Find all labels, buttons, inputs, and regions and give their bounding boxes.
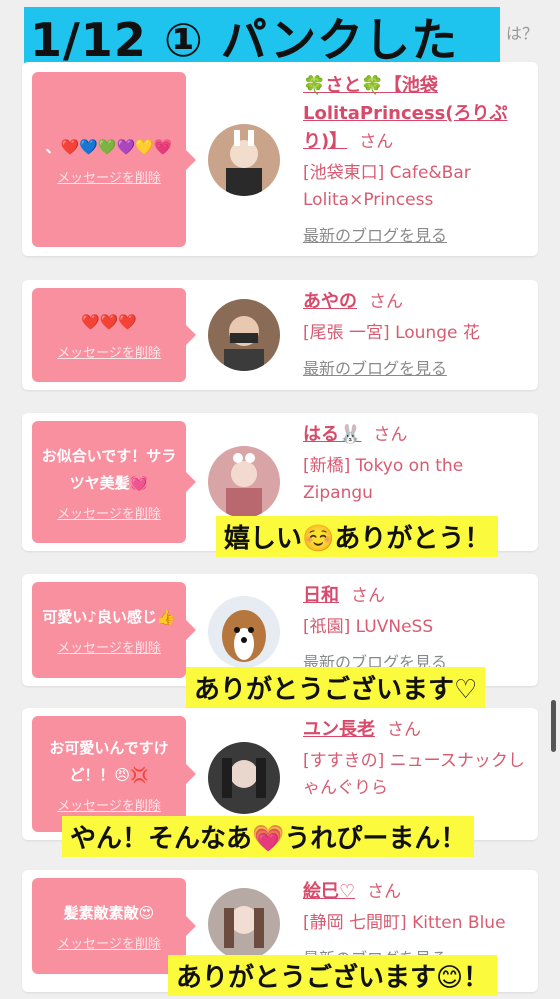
- honorific: さん: [359, 132, 394, 152]
- user-name-link[interactable]: はる🐰: [303, 424, 361, 445]
- message-text: 、❤️💙💚💜💛💗: [45, 137, 173, 156]
- message-text: 可愛い♪良い感じ👍: [42, 608, 176, 626]
- page-title: 1/12 ① パンクした: [30, 13, 459, 67]
- avatar[interactable]: [208, 446, 280, 518]
- honorific: さん: [367, 882, 402, 902]
- user-info: ユン長老 さん [すすきの] ニュースナックしゃんぐりら: [303, 716, 530, 802]
- top-hint-text: は？: [505, 24, 538, 43]
- user-info: 日和 さん [祇園] LUVNeSS 最新のブログを見る: [303, 582, 530, 673]
- reply-caption-4: ありがとうございます😊！: [168, 955, 498, 996]
- latest-blog-link[interactable]: 最新のブログを見る: [303, 222, 530, 246]
- reply-caption-3: やん！そんなあ💗うれぴーまん！: [62, 816, 475, 857]
- scrollbar[interactable]: [551, 700, 556, 752]
- honorific: さん: [387, 720, 421, 740]
- message-bubble: お可愛いんですけど！！😠💢 メッセージを削除: [32, 716, 196, 832]
- avatar[interactable]: [208, 596, 280, 668]
- latest-blog-link[interactable]: 最新のブログを見る: [303, 355, 530, 379]
- reply-caption-2: ありがとうございます♡: [186, 667, 486, 708]
- shop-name: [静岡 七間町] Kitten Blue: [303, 913, 506, 933]
- delete-message-link[interactable]: メッセージを削除: [57, 503, 161, 522]
- delete-message-link[interactable]: メッセージを削除: [57, 795, 161, 814]
- user-info: はる🐰 さん [新橋] Tokyo on the Zipangu: [303, 421, 530, 507]
- message-card: ❤️❤️❤️ メッセージを削除 あやの さん [尾張 一宮] Lounge 花 最…: [22, 280, 538, 390]
- shop-name: [尾張 一宮] Lounge 花: [303, 323, 480, 343]
- user-name-link[interactable]: 日和: [303, 585, 339, 606]
- delete-message-link[interactable]: メッセージを削除: [57, 342, 161, 361]
- user-name-link[interactable]: あやの: [303, 291, 357, 312]
- message-bubble: ❤️❤️❤️ メッセージを削除: [32, 288, 196, 382]
- message-bubble: 、❤️💙💚💜💛💗 メッセージを削除: [32, 72, 196, 247]
- honorific: さん: [373, 425, 408, 445]
- message-bubble: お似合いです！サラツヤ美髪💓 メッセージを削除: [32, 421, 196, 543]
- shop-name: [新橋] Tokyo on the Zipangu: [303, 456, 464, 503]
- honorific: さん: [351, 586, 385, 606]
- avatar[interactable]: [208, 742, 280, 814]
- message-text: ❤️❤️❤️: [80, 313, 138, 331]
- avatar[interactable]: [208, 888, 280, 960]
- shop-name: [池袋東口] Cafe&Bar Lolita×Princess: [303, 163, 471, 210]
- user-info: あやの さん [尾張 一宮] Lounge 花 最新のブログを見る: [303, 288, 530, 379]
- user-name-link[interactable]: ユン長老: [303, 719, 375, 740]
- user-name-link[interactable]: 🍀さと🍀【池袋LolitaPrincess(ろりぷり)】: [303, 75, 508, 152]
- user-info: 🍀さと🍀【池袋LolitaPrincess(ろりぷり)】 さん [池袋東口] Ca…: [303, 72, 530, 246]
- honorific: さん: [369, 292, 403, 312]
- reply-caption-1: 嬉しい☺️ありがとう！: [216, 516, 499, 557]
- avatar[interactable]: [208, 299, 280, 371]
- message-text: 髪素敵素敵😍: [63, 904, 155, 922]
- message-text: お似合いです！サラツヤ美髪💓: [41, 446, 177, 492]
- user-name-link[interactable]: 絵巳♡: [303, 881, 355, 902]
- avatar[interactable]: [208, 124, 280, 196]
- message-bubble: 可愛い♪良い感じ👍 メッセージを削除: [32, 582, 196, 678]
- message-card: 、❤️💙💚💜💛💗 メッセージを削除 🍀さと🍀【池袋LolitaPrincess(…: [22, 62, 538, 256]
- shop-name: [祇園] LUVNeSS: [303, 617, 434, 637]
- message-text: お可愛いんですけど！！😠💢: [49, 738, 169, 784]
- delete-message-link[interactable]: メッセージを削除: [57, 933, 161, 952]
- delete-message-link[interactable]: メッセージを削除: [57, 637, 161, 656]
- message-bubble: 髪素敵素敵😍 メッセージを削除: [32, 878, 196, 974]
- delete-message-link[interactable]: メッセージを削除: [57, 167, 161, 186]
- shop-name: [すすきの] ニュースナックしゃんぐりら: [303, 751, 525, 798]
